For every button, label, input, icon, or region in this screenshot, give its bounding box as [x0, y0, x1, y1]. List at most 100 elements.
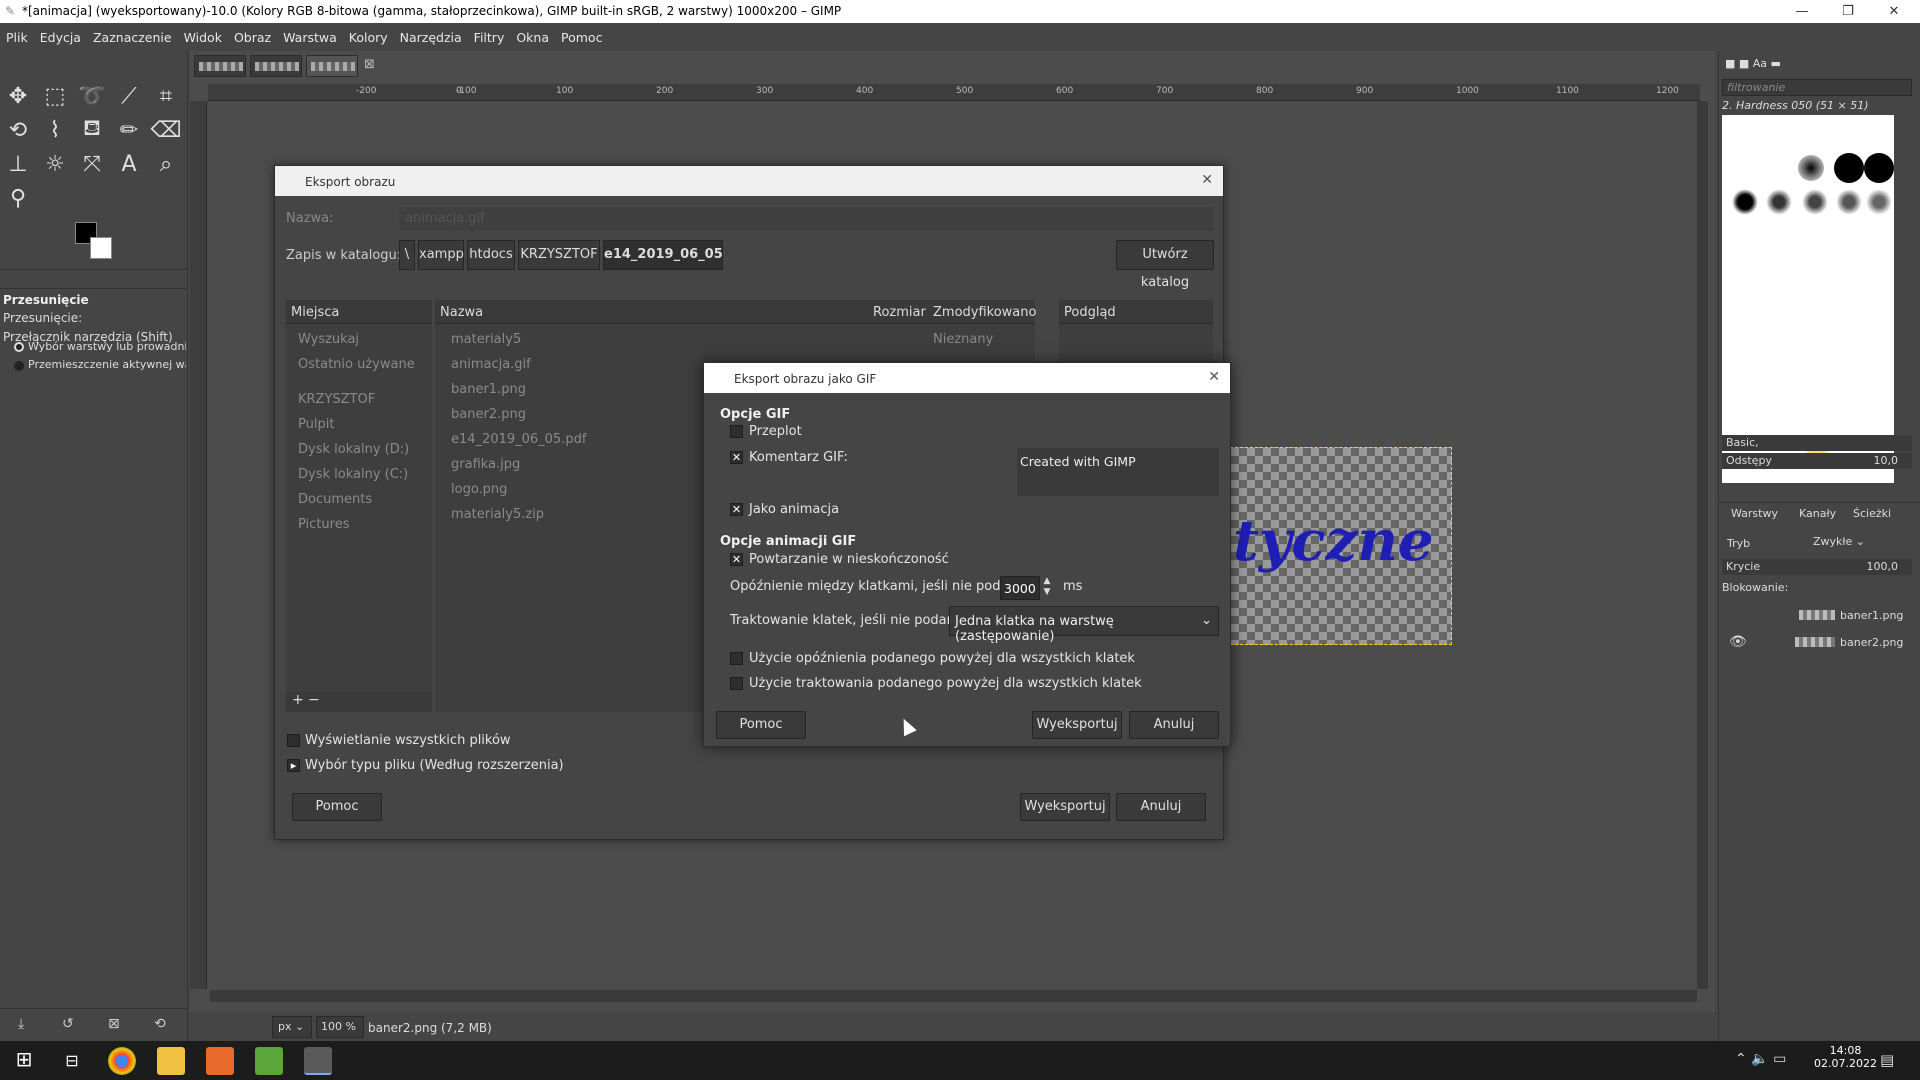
file-row[interactable]: logo.png	[451, 482, 507, 497]
bucket-fill-icon[interactable]: ⛾	[75, 114, 109, 146]
place-home[interactable]: KRZYSZTOF	[298, 392, 375, 407]
file-row[interactable]: baner1.png	[451, 382, 526, 397]
file-row[interactable]: animacja.gif	[451, 357, 531, 372]
unit-select[interactable]: px ⌄	[272, 1016, 312, 1038]
brush-item[interactable]	[1836, 189, 1862, 215]
file-row[interactable]: e14_2019_06_05.pdf	[451, 432, 586, 447]
filename-input[interactable]: animacja.gif	[399, 207, 1213, 231]
crumb-root[interactable]: \	[399, 240, 415, 270]
create-folder-button[interactable]: Utwórz katalog	[1116, 240, 1214, 290]
move-tool-icon[interactable]: ✥	[1, 80, 35, 112]
zoom-select[interactable]: 100 %	[316, 1016, 364, 1038]
canvas-image[interactable]: tyczne	[1230, 447, 1452, 645]
smudge-icon[interactable]: ☼	[38, 148, 72, 180]
gimp-taskbar-icon[interactable]	[304, 1047, 332, 1075]
crumb-current[interactable]: e14_2019_06_05	[603, 240, 723, 270]
save-options-icon[interactable]: ⤓	[18, 1016, 24, 1032]
menu-widok[interactable]: Widok	[184, 30, 222, 45]
windows-start-icon[interactable]: ⊞	[10, 1047, 38, 1075]
brush-set-select[interactable]: Basic,	[1722, 435, 1912, 451]
gif-export-button[interactable]: Wyeksportuj	[1032, 711, 1122, 739]
horizontal-scrollbar[interactable]	[210, 990, 1697, 1002]
place-documents[interactable]: Documents	[298, 492, 372, 507]
system-tray-icons[interactable]: ⌃ 🔈 ▭	[1735, 1051, 1786, 1067]
place-drive-d[interactable]: Dysk lokalny (D:)	[298, 442, 409, 457]
image-tab-3[interactable]	[306, 55, 358, 77]
place-recent[interactable]: Ostatnio używane	[298, 357, 415, 372]
spacing-slider[interactable]: Odstępy 10,0	[1722, 453, 1912, 469]
background-color-swatch[interactable]	[90, 237, 112, 259]
paintbrush-icon[interactable]: ✏	[112, 114, 146, 146]
opacity-slider[interactable]: Krycie 100,0	[1722, 559, 1912, 575]
file-explorer-icon[interactable]	[157, 1047, 185, 1075]
paths-icon[interactable]: ⤧	[75, 148, 109, 180]
cancel-button[interactable]: Anuluj	[1116, 793, 1206, 821]
radio-pick-layer[interactable]	[14, 342, 24, 352]
disposal-select[interactable]: Jedna klatka na warstwę (zastępowanie) ⌄	[949, 606, 1219, 644]
file-row[interactable]: baner2.png	[451, 407, 526, 422]
crumb-krzysztof[interactable]: KRZYSZTOF	[518, 240, 600, 270]
place-search[interactable]: Wyszukaj	[298, 332, 359, 347]
menu-plik[interactable]: Plik	[6, 30, 28, 45]
place-pictures[interactable]: Pictures	[298, 517, 349, 532]
gif-help-button[interactable]: Pomoc	[716, 711, 806, 739]
layer-row[interactable]: baner1.png	[1719, 604, 1920, 628]
clone-icon[interactable]: ⊥	[1, 148, 35, 180]
menu-okna[interactable]: Okna	[516, 30, 549, 45]
brush-grid[interactable]	[1722, 115, 1894, 483]
delay-spinner[interactable]: ▲ ▼	[1040, 576, 1054, 600]
menu-filtry[interactable]: Filtry	[474, 30, 505, 45]
image-tab-1[interactable]	[194, 55, 246, 77]
brush-item[interactable]	[1866, 189, 1892, 215]
restore-options-icon[interactable]: ↺	[62, 1016, 74, 1032]
gif-cancel-button[interactable]: Anuluj	[1129, 711, 1219, 739]
radio-move-active[interactable]	[14, 361, 24, 371]
transform-icon[interactable]: ⟲	[1, 114, 35, 146]
eraser-icon[interactable]: ⌫	[149, 114, 183, 146]
brush-item[interactable]	[1732, 189, 1758, 215]
brush-item[interactable]	[1798, 155, 1824, 181]
brush-item[interactable]	[1766, 189, 1792, 215]
reset-options-icon[interactable]: ⟲	[154, 1016, 166, 1032]
lasso-icon[interactable]: ➰	[75, 80, 109, 112]
menu-warstwa[interactable]: Warstwa	[283, 30, 337, 45]
menu-edycja[interactable]: Edycja	[40, 30, 81, 45]
layer-row[interactable]: 👁 baner2.png	[1719, 631, 1920, 655]
comment-checkbox[interactable]: ✕	[730, 451, 743, 464]
notepad-icon[interactable]	[255, 1047, 283, 1075]
comment-textarea[interactable]: Created with GIMP	[1017, 448, 1219, 496]
maximize-button[interactable]: ❐	[1825, 0, 1871, 23]
rect-select-icon[interactable]: ⬚	[38, 80, 72, 112]
menu-obraz[interactable]: Obraz	[234, 30, 271, 45]
loop-checkbox[interactable]: ✕	[730, 553, 743, 566]
tab-paths[interactable]: Ścieżki	[1853, 507, 1891, 520]
mode-select[interactable]: Zwykłe ⌄	[1813, 535, 1873, 551]
delete-options-icon[interactable]: ⊠	[108, 1016, 120, 1032]
task-view-icon[interactable]: ⊟	[58, 1047, 86, 1075]
show-all-files-checkbox[interactable]	[287, 734, 300, 747]
color-picker-icon[interactable]: ⌕	[149, 148, 183, 180]
fuzzy-select-icon[interactable]: ⟋	[112, 80, 146, 112]
place-desktop[interactable]: Pulpit	[298, 417, 334, 432]
help-button[interactable]: Pomoc	[292, 793, 382, 821]
menu-zaznaczenie[interactable]: Zaznaczenie	[93, 30, 172, 45]
minimize-button[interactable]: —	[1779, 0, 1825, 23]
image-tab-2[interactable]	[250, 55, 302, 77]
brush-item[interactable]	[1834, 153, 1864, 183]
export-button[interactable]: Wyeksportuj	[1020, 793, 1110, 821]
clock[interactable]: 14:08 02.07.2022	[1814, 1044, 1877, 1070]
zoom-icon[interactable]: ⚲	[1, 182, 35, 214]
places-add-remove[interactable]: + −	[286, 692, 432, 712]
eye-icon[interactable]: 👁	[1729, 634, 1747, 650]
use-delay-checkbox[interactable]	[730, 652, 743, 665]
menu-narzedzia[interactable]: Narzędzia	[400, 30, 462, 45]
use-disposal-checkbox[interactable]	[730, 677, 743, 690]
file-row[interactable]: materialy5	[451, 332, 521, 347]
crop-icon[interactable]: ⌗	[149, 80, 183, 112]
interlace-checkbox[interactable]	[730, 425, 743, 438]
vertical-scrollbar[interactable]	[1697, 101, 1708, 989]
text-tool-icon[interactable]: A	[112, 148, 146, 180]
tab-layers[interactable]: Warstwy	[1731, 507, 1778, 520]
menu-kolory[interactable]: Kolory	[349, 30, 388, 45]
warp-icon[interactable]: ⌇	[38, 114, 72, 146]
